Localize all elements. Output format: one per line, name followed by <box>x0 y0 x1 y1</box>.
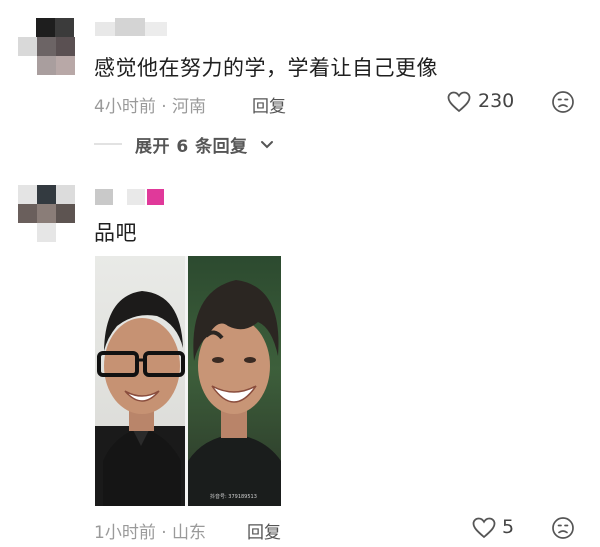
heart-outline-icon <box>472 517 496 539</box>
expand-divider-line <box>94 143 122 145</box>
chevron-down-icon <box>261 141 273 149</box>
expand-replies[interactable]: 展开 6 条回复 <box>94 131 294 157</box>
frown-face-icon <box>552 517 574 539</box>
username-redacted[interactable] <box>95 18 175 38</box>
accent-badge <box>147 189 164 205</box>
reply-button[interactable]: 回复 <box>252 92 286 117</box>
avatar[interactable] <box>18 185 76 243</box>
comment-text: 感觉他在努力的学，学着让自己更像 <box>94 56 438 80</box>
comment-image[interactable]: 抖音号: 379189513 <box>95 256 281 506</box>
avatar[interactable] <box>18 18 76 76</box>
comment-meta: 1小时前 · 山东 <box>94 523 207 543</box>
frown-face-icon <box>552 91 574 113</box>
like-count: 5 <box>502 516 515 538</box>
portrait-left <box>95 256 188 506</box>
dislike-button[interactable] <box>551 90 575 114</box>
photo-watermark: 抖音号: 379189513 <box>210 493 257 500</box>
portrait-right: 抖音号: 379189513 <box>188 256 281 506</box>
dislike-button[interactable] <box>551 516 575 540</box>
expand-replies-label: 展开 6 条回复 <box>135 137 248 157</box>
comment-text: 品吧 <box>94 221 137 245</box>
reply-button[interactable]: 回复 <box>247 518 281 543</box>
comment-meta: 4小时前 · 河南 <box>94 97 207 117</box>
like-count: 230 <box>478 90 515 112</box>
heart-outline-icon <box>447 91 471 113</box>
username-redacted[interactable] <box>95 186 175 206</box>
